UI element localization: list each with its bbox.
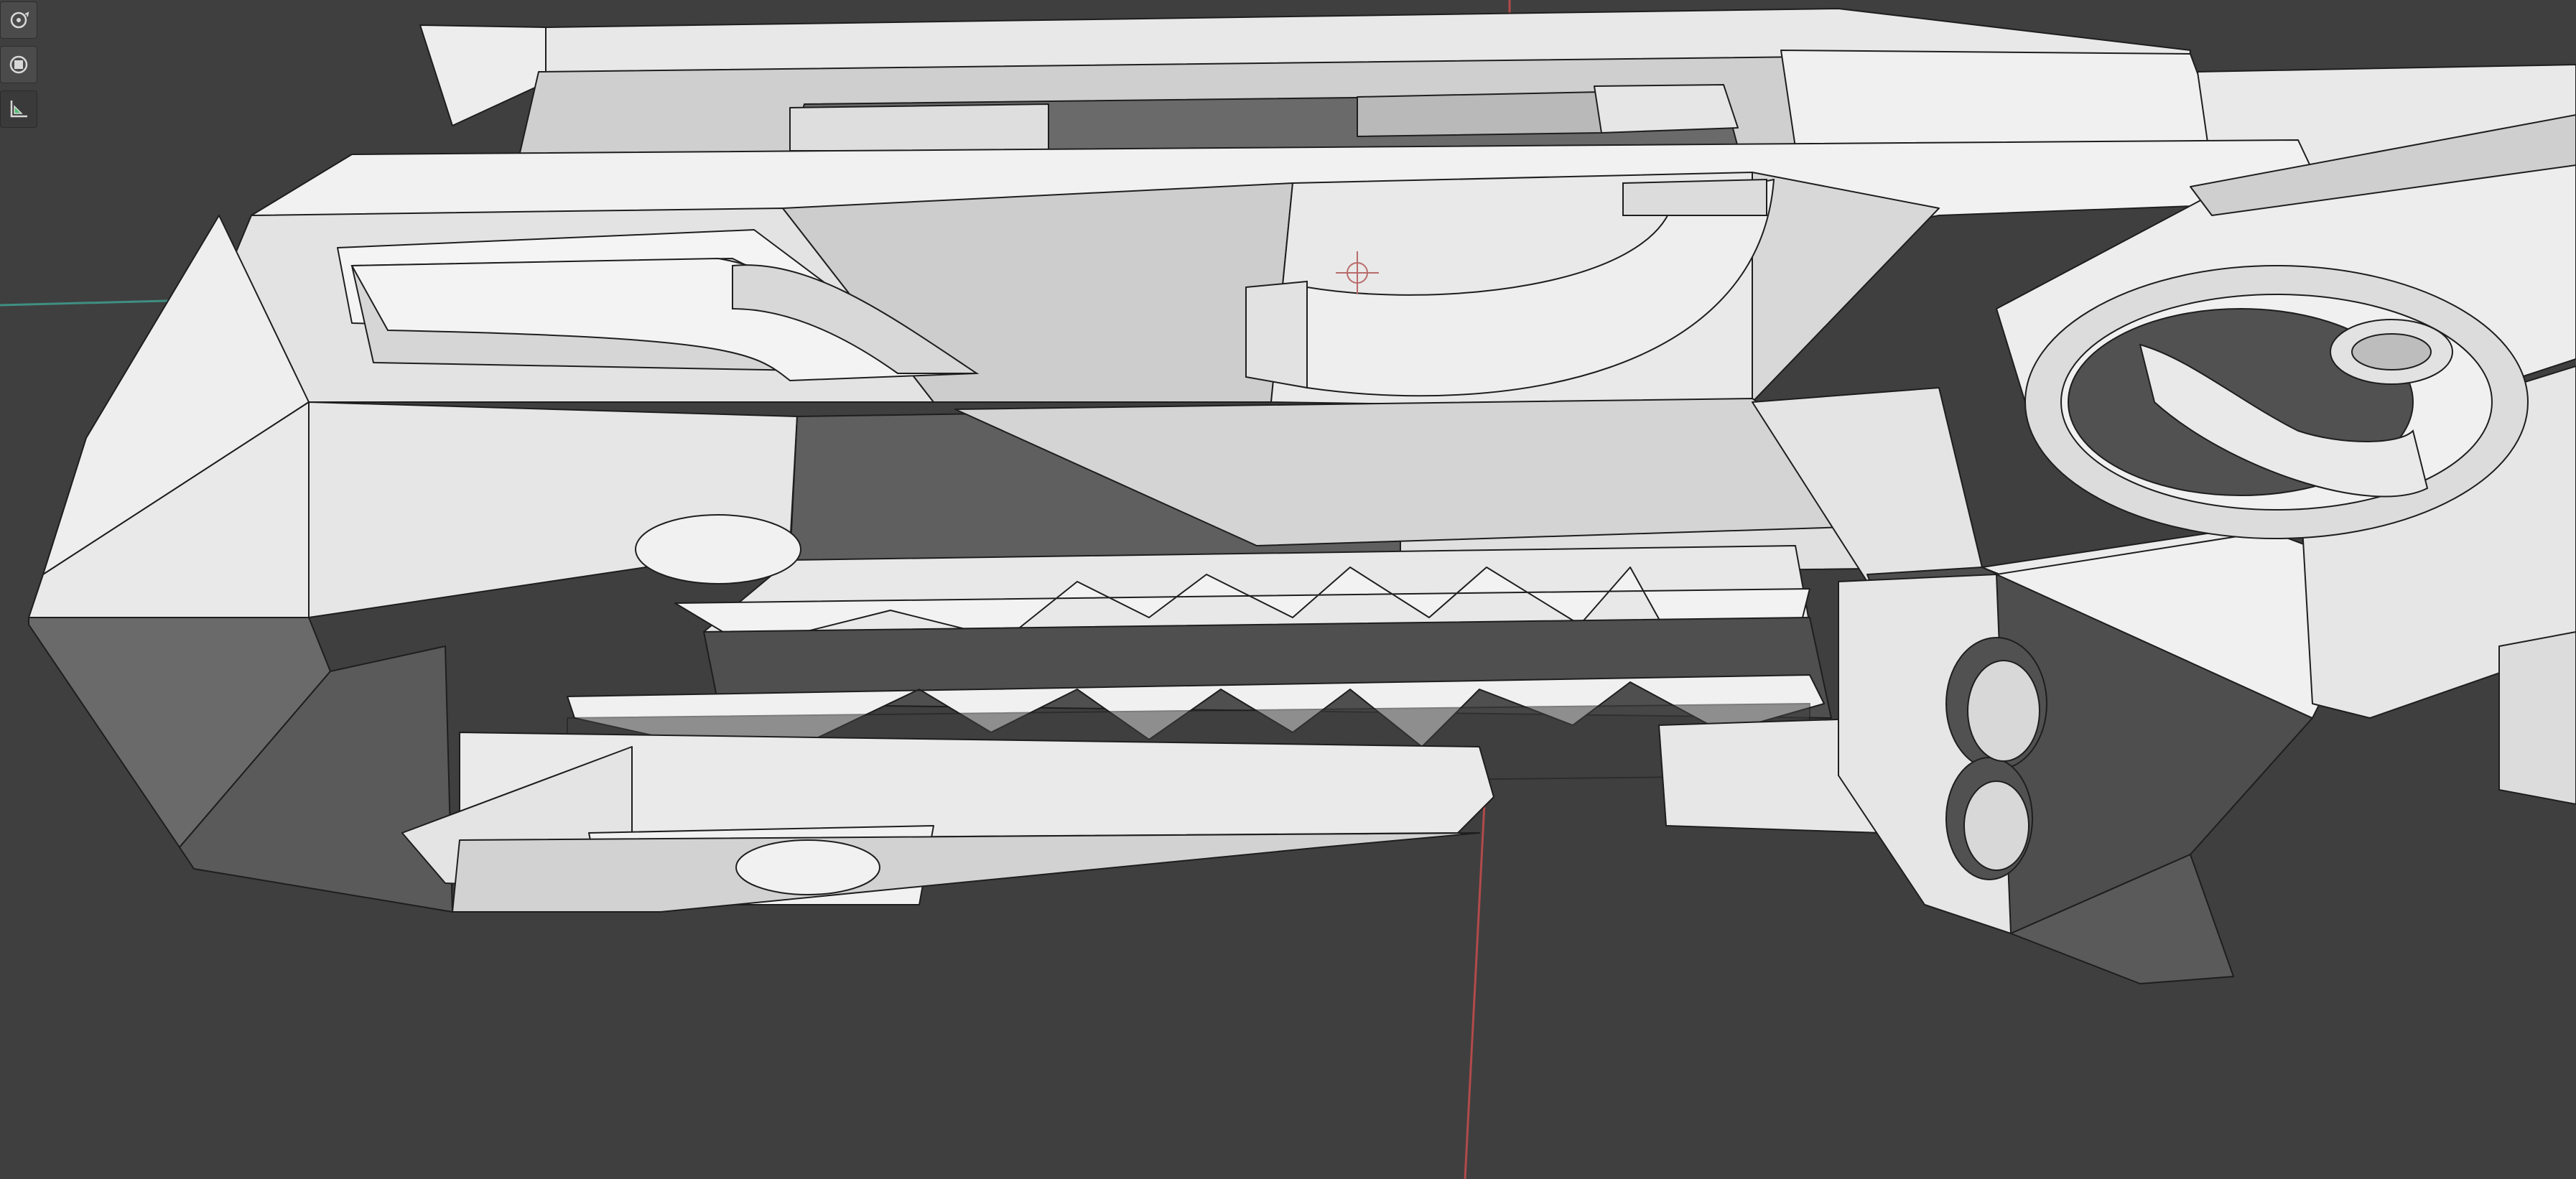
ruler-measure-icon <box>10 101 27 118</box>
ring-structure[interactable] <box>2024 265 2529 539</box>
ruler-measure-button[interactable] <box>0 90 37 128</box>
orbit-icon <box>10 11 29 29</box>
frame-selection-icon <box>9 55 28 74</box>
orbit-button[interactable] <box>0 1 37 39</box>
axis-x-line-lower <box>1464 789 1487 1179</box>
axis-y-line <box>0 299 195 307</box>
3d-viewport[interactable] <box>0 0 2576 1179</box>
viewport-toolbar <box>0 0 39 128</box>
frame-selection-button[interactable] <box>0 46 37 83</box>
viewport-canvas[interactable] <box>0 0 2576 1179</box>
